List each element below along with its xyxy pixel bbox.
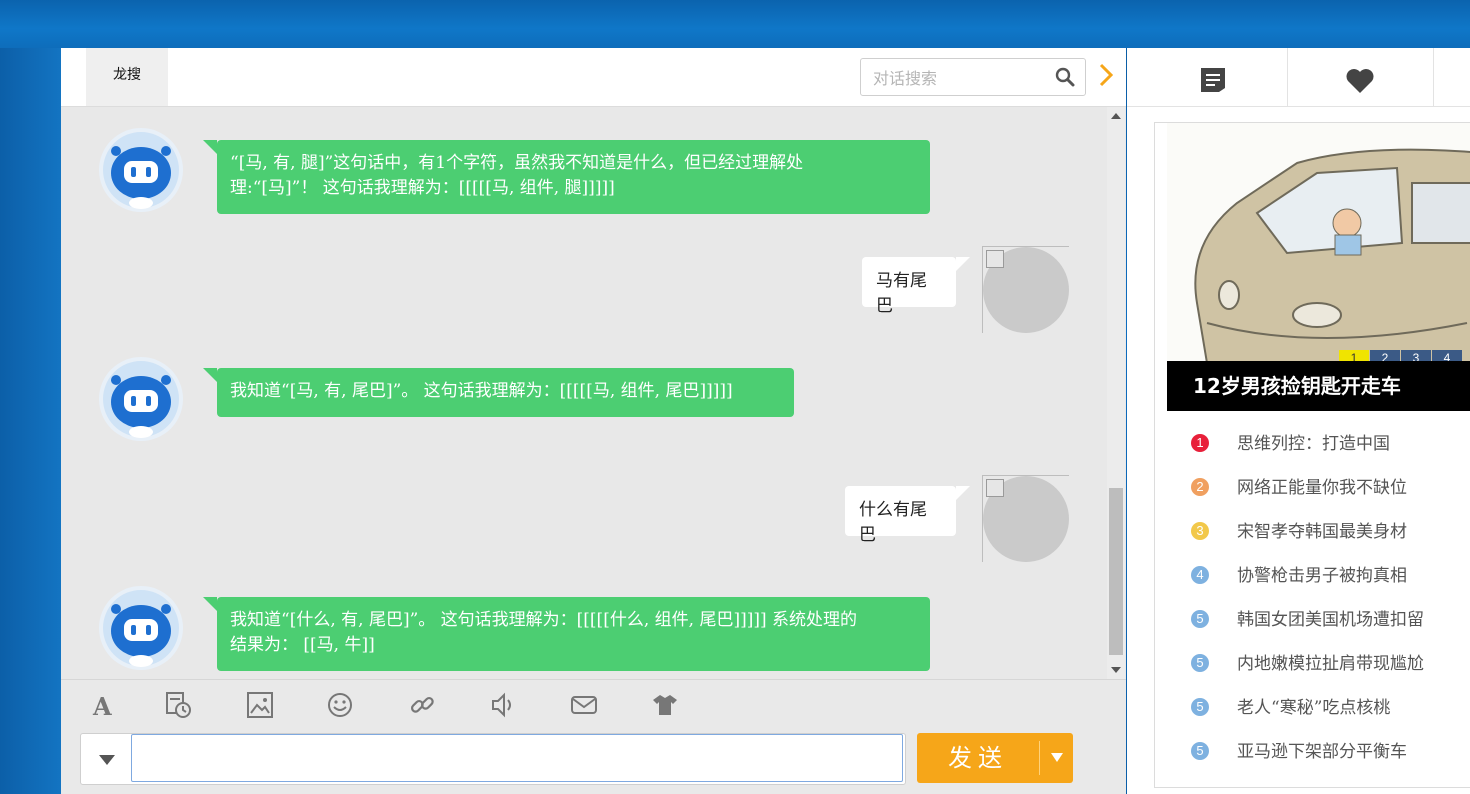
robot-icon — [99, 128, 183, 212]
bot-message: 我知道“[什么, 有, 尾巴]”。 这句话我理解为：[[[[[什么, 组件, 尾… — [203, 597, 930, 671]
search-icon[interactable] — [1055, 67, 1075, 87]
chevron-right-icon[interactable] — [1097, 62, 1115, 88]
desktop-left-band — [0, 48, 61, 794]
tab-notes[interactable] — [1127, 48, 1288, 106]
bot-message: 我知道“[马, 有, 尾巴]”。 这句话我理解为：[[[[[马, 组件, 尾巴]… — [203, 368, 794, 417]
tab-favorites[interactable] — [1287, 48, 1434, 106]
robot-icon — [99, 586, 183, 670]
list-item[interactable]: 2 网络正能量你我不缺位 — [1191, 467, 1470, 511]
bot-avatar — [98, 585, 184, 671]
notes-icon — [1201, 68, 1225, 92]
rank-badge: 5 — [1191, 610, 1209, 628]
input-toolbar: A — [61, 679, 1126, 728]
rank-badge: 4 — [1191, 566, 1209, 584]
input-row: 发送 — [61, 728, 1126, 794]
rank-badge: 5 — [1191, 698, 1209, 716]
user-message: 什么有尾巴 — [845, 486, 970, 545]
news-link[interactable]: 老人“寒秘”吃点核桃 — [1237, 693, 1390, 718]
bot-message: “[马, 有, 腿]”这句话中，有1个字符，虽然我不知道是什么，但已经过理解处 … — [203, 140, 930, 214]
user-avatar — [982, 475, 1069, 562]
heart-icon — [1346, 69, 1374, 93]
message-input[interactable] — [131, 734, 903, 782]
list-item[interactable]: 5 老人“寒秘”吃点核桃 — [1191, 687, 1470, 731]
broken-image-icon — [986, 479, 1004, 497]
rank-badge: 5 — [1191, 742, 1209, 760]
right-panel: 1234 12岁男孩捡钥匙开走车 1 思维列控：打造中国 2 网络正能量你我不缺… — [1127, 48, 1470, 794]
chevron-down-icon[interactable] — [81, 734, 131, 784]
chat-header: 龙搜 — [61, 48, 1126, 107]
news-list: 1 思维列控：打造中国 2 网络正能量你我不缺位 3 宋智孝夺韩国最美身材 4 … — [1191, 423, 1470, 775]
news-image[interactable]: 1234 — [1167, 123, 1470, 363]
news-link[interactable]: 思维列控：打造中国 — [1237, 429, 1390, 454]
right-panel-tabs — [1127, 48, 1470, 107]
list-item[interactable]: 5 亚马逊下架部分平衡车 — [1191, 731, 1470, 775]
svg-text:A: A — [92, 692, 112, 720]
list-item[interactable]: 4 协警枪击男子被拘真相 — [1191, 555, 1470, 599]
user-message: 马有尾巴 — [862, 257, 970, 316]
van-illustration — [1167, 123, 1470, 363]
robot-icon — [99, 357, 183, 441]
send-button[interactable]: 发送 — [917, 733, 1073, 783]
rank-badge: 3 — [1191, 522, 1209, 540]
desktop-top-band — [0, 0, 1470, 48]
news-link[interactable]: 网络正能量你我不缺位 — [1237, 473, 1407, 498]
tab-longsou[interactable]: 龙搜 — [86, 48, 168, 106]
send-options-icon[interactable] — [1040, 733, 1073, 783]
message-line: 结果为： [[马, 牛]] — [230, 635, 375, 655]
news-link[interactable]: 韩国女团美国机场遭扣留 — [1237, 605, 1424, 630]
mail-icon[interactable] — [569, 690, 599, 720]
message-scrollbar[interactable] — [1107, 107, 1125, 679]
list-item[interactable]: 3 宋智孝夺韩国最美身材 — [1191, 511, 1470, 555]
shirt-icon[interactable] — [650, 690, 680, 720]
rank-badge: 1 — [1191, 434, 1209, 452]
message-line: 我知道“[马, 有, 尾巴]”。 这句话我理解为：[[[[[马, 组件, 尾巴]… — [230, 381, 733, 401]
link-icon[interactable] — [407, 690, 437, 720]
message-line: 马有尾巴 — [876, 271, 927, 316]
news-link[interactable]: 亚马逊下架部分平衡车 — [1237, 737, 1407, 762]
message-line: “[马, 有, 腿]”这句话中，有1个字符，虽然我不知道是什么，但已经过理解处 — [230, 153, 804, 173]
message-list: “[马, 有, 腿]”这句话中，有1个字符，虽然我不知道是什么，但已经过理解处 … — [61, 107, 1106, 679]
send-button-label[interactable]: 发送 — [917, 733, 1039, 783]
message-line: 什么有尾巴 — [859, 500, 927, 545]
scroll-up-icon[interactable] — [1111, 113, 1121, 119]
list-item[interactable]: 5 内地嫩模拉扯肩带现尴尬 — [1191, 643, 1470, 687]
news-link[interactable]: 协警枪击男子被拘真相 — [1237, 561, 1407, 586]
news-link[interactable]: 内地嫩模拉扯肩带现尴尬 — [1237, 649, 1424, 674]
conversation-search — [860, 58, 1086, 96]
sound-icon[interactable] — [488, 690, 518, 720]
message-input-box — [80, 733, 906, 785]
font-icon[interactable]: A — [89, 690, 119, 720]
history-icon[interactable] — [164, 690, 194, 720]
emoji-icon[interactable] — [325, 690, 355, 720]
rank-badge: 5 — [1191, 654, 1209, 672]
bot-avatar — [98, 356, 184, 442]
broken-image-icon — [986, 250, 1004, 268]
search-input[interactable] — [871, 65, 1045, 91]
list-item[interactable]: 1 思维列控：打造中国 — [1191, 423, 1470, 467]
news-link[interactable]: 宋智孝夺韩国最美身材 — [1237, 517, 1407, 542]
user-avatar — [982, 246, 1069, 333]
scroll-down-icon[interactable] — [1111, 667, 1121, 673]
image-icon[interactable] — [245, 690, 275, 720]
bot-avatar — [98, 127, 184, 213]
list-item[interactable]: 5 韩国女团美国机场遭扣留 — [1191, 599, 1470, 643]
scroll-thumb[interactable] — [1109, 488, 1123, 655]
chat-window: 龙搜 “[马 — [61, 48, 1126, 794]
message-line: 理:“[马]”！ 这句话我理解为：[[[[[马, 组件, 腿]]]]] — [230, 178, 615, 198]
message-line: 我知道“[什么, 有, 尾巴]”。 这句话我理解为：[[[[[什么, 组件, 尾… — [230, 610, 858, 630]
news-card: 1234 12岁男孩捡钥匙开走车 1 思维列控：打造中国 2 网络正能量你我不缺… — [1154, 122, 1470, 788]
rank-badge: 2 — [1191, 478, 1209, 496]
news-headline[interactable]: 12岁男孩捡钥匙开走车 — [1167, 361, 1470, 411]
